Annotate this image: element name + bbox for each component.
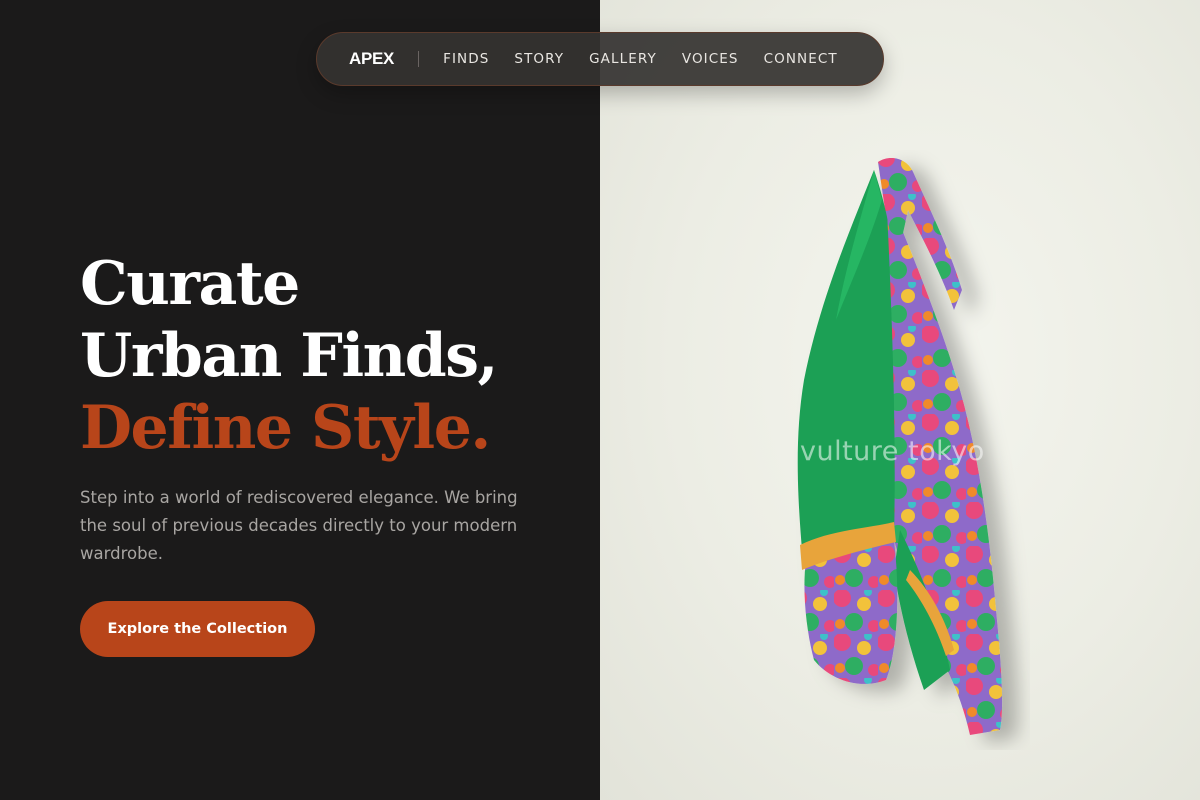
hero-title: Curate Urban Finds, Define Style. xyxy=(80,248,498,464)
hero-subtitle: Step into a world of rediscovered elegan… xyxy=(80,488,518,563)
nav-link-connect[interactable]: CONNECT xyxy=(764,51,838,67)
top-navigation: APEX FINDS STORY GALLERY VOICES CONNECT xyxy=(316,32,884,86)
hero-title-line-1: Curate xyxy=(80,249,300,319)
hero-title-line-2: Urban Finds, xyxy=(80,321,498,391)
nav-link-gallery[interactable]: GALLERY xyxy=(589,51,657,67)
brand-logo[interactable]: APEX xyxy=(349,49,394,69)
explore-collection-button[interactable]: Explore the Collection xyxy=(80,601,315,657)
nav-link-story[interactable]: STORY xyxy=(514,51,564,67)
image-watermark: vulture tokyo xyxy=(800,436,985,467)
hero-title-accent: Define Style. xyxy=(80,393,491,463)
hero-image-panel: vulture tokyo xyxy=(600,0,1200,800)
nav-link-voices[interactable]: VOICES xyxy=(682,51,739,67)
nav-divider xyxy=(418,51,420,67)
nav-link-finds[interactable]: FINDS xyxy=(443,51,489,67)
nav-links: FINDS STORY GALLERY VOICES CONNECT xyxy=(443,51,838,67)
